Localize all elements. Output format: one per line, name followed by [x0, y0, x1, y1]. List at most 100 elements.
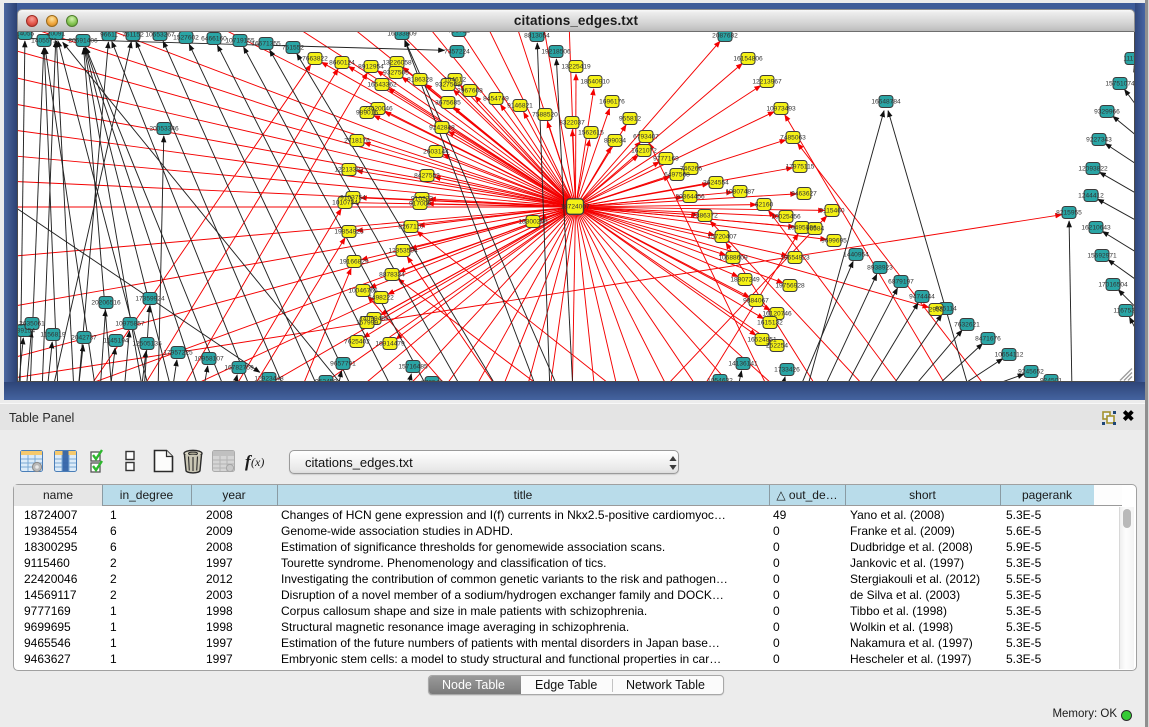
svg-text:7485063: 7485063	[780, 134, 806, 141]
svg-text:2955: 2955	[928, 306, 943, 313]
svg-text:16543362: 16543362	[367, 81, 397, 88]
svg-text:9115460: 9115460	[819, 207, 845, 214]
svg-text:18300295: 18300295	[518, 218, 548, 225]
svg-text:917008: 917008	[408, 200, 430, 207]
svg-text:15751074: 15751074	[1105, 80, 1135, 87]
svg-text:16914479: 16914479	[375, 340, 405, 347]
svg-text:5498222: 5498222	[368, 294, 394, 301]
svg-text:8878334: 8878334	[379, 271, 405, 278]
svg-text:9777169: 9777169	[653, 155, 679, 162]
svg-text:1733426: 1733426	[774, 366, 800, 373]
svg-text:20091: 20091	[46, 32, 65, 37]
svg-text:10973493: 10973493	[766, 105, 796, 112]
svg-text:9657791: 9657791	[330, 360, 356, 367]
svg-text:3624554: 3624554	[703, 179, 729, 186]
svg-text:1010734: 1010734	[332, 199, 358, 206]
svg-text:12213382: 12213382	[334, 166, 364, 173]
svg-text:96611: 96611	[100, 32, 118, 38]
svg-text:989016: 989016	[355, 109, 377, 116]
svg-text:19654923: 19654923	[780, 254, 810, 261]
svg-text:15720407: 15720407	[707, 233, 737, 240]
svg-text:761152: 761152	[122, 32, 144, 38]
svg-text:16671355: 16671355	[251, 40, 281, 47]
svg-text:157999: 157999	[355, 319, 377, 326]
svg-text:9245652: 9245652	[1018, 368, 1044, 375]
svg-text:8186328: 8186328	[407, 76, 433, 83]
svg-text:12213967: 12213967	[752, 78, 782, 85]
svg-text:2603144: 2603144	[423, 148, 449, 155]
svg-text:6497568: 6497568	[664, 171, 690, 178]
svg-text:16782759: 16782759	[224, 364, 254, 371]
svg-text:1244412: 1244412	[1078, 192, 1104, 199]
svg-text:6879197: 6879197	[888, 278, 914, 285]
svg-text:12093822: 12093822	[1078, 165, 1108, 172]
svg-text:15716485: 15716485	[398, 363, 428, 370]
svg-text:1621072: 1621072	[631, 147, 657, 154]
svg-text:3675685: 3675685	[435, 99, 461, 106]
svg-text:10958107: 10958107	[194, 355, 224, 362]
svg-text:7663822: 7663822	[302, 55, 328, 62]
svg-text:20206516: 20206516	[91, 299, 121, 306]
svg-text:19854925: 19854925	[334, 228, 364, 235]
svg-text:15692971: 15692971	[1087, 252, 1117, 259]
svg-text:(x): (x)	[251, 455, 264, 469]
svg-text:16120746: 16120746	[762, 310, 792, 317]
svg-text:16210643: 16210643	[1081, 224, 1111, 231]
svg-text:8660124: 8660124	[329, 59, 355, 66]
svg-text:2967608: 2967608	[457, 87, 483, 94]
svg-text:2087682: 2087682	[712, 32, 738, 39]
svg-text:1145194: 1145194	[103, 337, 129, 344]
svg-text:1405572: 1405572	[31, 37, 57, 44]
svg-text:11175: 11175	[1123, 55, 1135, 62]
svg-text:9227343: 9227343	[1086, 136, 1112, 143]
svg-text:10654112: 10654112	[994, 351, 1023, 358]
svg-text:7588520: 7588520	[532, 111, 558, 118]
svg-text:9699695: 9699695	[821, 237, 847, 244]
svg-text:17957225: 17957225	[163, 349, 193, 356]
svg-text:13225419: 13225419	[561, 63, 591, 70]
svg-text:8912954: 8912954	[358, 63, 384, 70]
svg-text:1696176: 1696176	[599, 98, 625, 105]
svg-text:62160: 62160	[754, 201, 773, 208]
svg-text:96584: 96584	[805, 225, 824, 232]
svg-text:2635061: 2635061	[19, 320, 45, 327]
svg-text:16648784: 16648784	[871, 98, 901, 105]
svg-text:13226058: 13226058	[382, 59, 412, 66]
svg-text:20053346: 20053346	[149, 125, 179, 132]
svg-text:9463627: 9463627	[791, 190, 817, 197]
svg-text:20691406: 20691406	[68, 37, 98, 44]
svg-text:899034: 899034	[603, 137, 625, 144]
svg-text:7632621: 7632621	[954, 321, 980, 328]
svg-text:12923448: 12923448	[254, 375, 284, 382]
svg-text:10975857: 10975857	[115, 320, 145, 327]
svg-text:10025456: 10025456	[771, 213, 801, 220]
svg-text:18640910: 18640910	[580, 78, 610, 85]
svg-text:1156819: 1156819	[40, 331, 66, 338]
svg-text:1527602: 1527602	[173, 34, 199, 41]
svg-text:8427552: 8427552	[414, 172, 440, 179]
svg-text:9884067: 9884067	[743, 297, 769, 304]
svg-text:19756928: 19756928	[775, 282, 805, 289]
svg-text:751552: 751552	[281, 44, 303, 51]
svg-text:8938923: 8938923	[867, 264, 893, 271]
svg-text:739154: 739154	[17, 327, 35, 334]
svg-text:952450: 952450	[314, 378, 336, 382]
svg-text:753722: 753722	[447, 32, 469, 34]
svg-text:16033809: 16033809	[387, 32, 417, 37]
svg-text:6793407: 6793407	[633, 133, 659, 140]
svg-text:1440954: 1440954	[843, 251, 869, 258]
svg-text:18724007: 18724007	[560, 203, 590, 210]
svg-text:7386372: 7386372	[692, 212, 718, 219]
svg-text:8471676: 8471676	[975, 335, 1001, 342]
svg-text:9146821: 9146821	[507, 102, 533, 109]
svg-text:873546: 873546	[420, 379, 442, 382]
svg-text:9242848: 9242848	[429, 124, 455, 131]
svg-text:19166829: 19166829	[339, 258, 369, 265]
svg-text:8322037: 8322037	[559, 119, 585, 126]
svg-text:6466160: 6466160	[201, 35, 227, 42]
svg-text:19218506: 19218506	[541, 48, 571, 55]
svg-text:17016504: 17016504	[1098, 281, 1128, 288]
svg-text:1167533: 1167533	[1113, 307, 1135, 314]
svg-text:1562615: 1562615	[578, 129, 604, 136]
svg-text:8215955: 8215955	[1056, 209, 1082, 216]
